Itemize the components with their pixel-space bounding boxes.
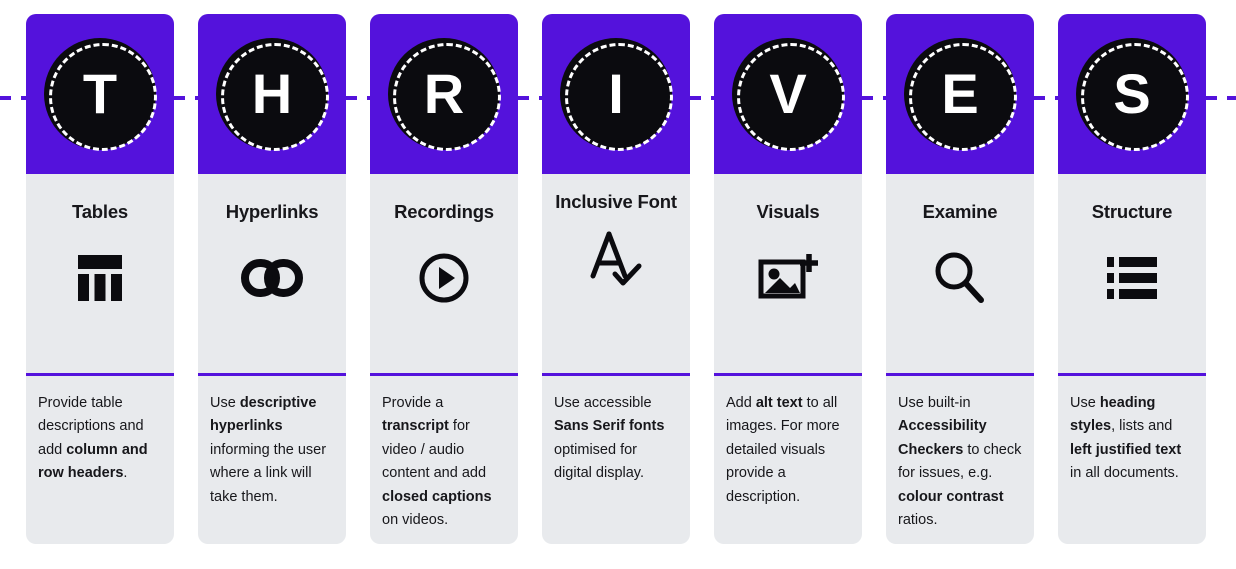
table-icon <box>26 230 174 326</box>
card-body-structure: Use heading styles, lists and left justi… <box>1070 395 1182 482</box>
letter-i: I <box>608 62 624 125</box>
letter-t: T <box>82 62 118 125</box>
font-check-icon <box>542 210 690 306</box>
letter-badge-h: H <box>216 38 329 151</box>
bullet-list-icon <box>1058 230 1206 326</box>
card-hyperlinks[interactable]: H Hyperlinks Use descriptive hyperlinks … <box>198 14 346 544</box>
card-header-tables: T <box>26 14 174 174</box>
card-recordings[interactable]: R Recordings Provide a transcript for vi… <box>370 14 518 544</box>
letter-s: S <box>1113 62 1151 125</box>
card-title-recordings: Recordings <box>394 201 494 222</box>
image-plus-icon <box>714 230 862 326</box>
link-icon <box>198 230 346 326</box>
letter-badge-t: T <box>44 38 157 151</box>
letter-e: E <box>941 62 979 125</box>
letter-badge-v: V <box>732 38 845 151</box>
card-title-hyperlinks: Hyperlinks <box>225 201 319 222</box>
letter-badge-i: I <box>560 38 673 151</box>
card-title-visuals: Visuals <box>756 201 820 222</box>
card-inclusive-font[interactable]: I Inclusive Font Use accessible Sans Ser… <box>542 14 690 544</box>
letter-r: R <box>423 62 465 125</box>
card-title-examine: Examine <box>922 201 998 222</box>
card-body-hyperlinks: Use descriptive hyperlinks informing the… <box>210 395 327 505</box>
magnifier-icon <box>886 230 1034 326</box>
card-examine[interactable]: E Examine Use built-in Accessibility Che… <box>886 14 1034 544</box>
card-header-visuals: V <box>714 14 862 174</box>
card-body-visuals: Add alt text to all images. For more det… <box>726 395 840 505</box>
card-header-recordings: R <box>370 14 518 174</box>
play-circle-icon <box>370 230 518 326</box>
letter-badge-e: E <box>904 38 1017 151</box>
card-title-structure: Structure <box>1091 201 1173 222</box>
card-body-recordings: Provide a transcript for video / audio c… <box>382 395 492 529</box>
letter-v: V <box>769 62 807 125</box>
card-header-inclusive-font: I <box>542 14 690 174</box>
card-body-inclusive-font: Use accessible Sans Serif fonts optimise… <box>554 395 665 482</box>
card-header-examine: E <box>886 14 1034 174</box>
card-body-tables: Provide table descriptions and add colum… <box>38 395 148 482</box>
card-visuals[interactable]: V Visuals Add alt text to all images. Fo… <box>714 14 862 544</box>
thrives-infographic: T Tables Provide table descriptions and … <box>0 0 1236 569</box>
card-tables[interactable]: T Tables Provide table descriptions and … <box>26 14 174 544</box>
card-header-hyperlinks: H <box>198 14 346 174</box>
card-row: T Tables Provide table descriptions and … <box>26 14 1212 544</box>
letter-h: H <box>251 62 293 125</box>
card-header-structure: S <box>1058 14 1206 174</box>
card-structure[interactable]: S Structure Use heading styles, lists an… <box>1058 14 1206 544</box>
letter-badge-r: R <box>388 38 501 151</box>
card-title-tables: Tables <box>71 201 129 222</box>
card-body-examine: Use built-in Accessibility Checkers to c… <box>898 395 1022 529</box>
letter-badge-s: S <box>1076 38 1189 151</box>
